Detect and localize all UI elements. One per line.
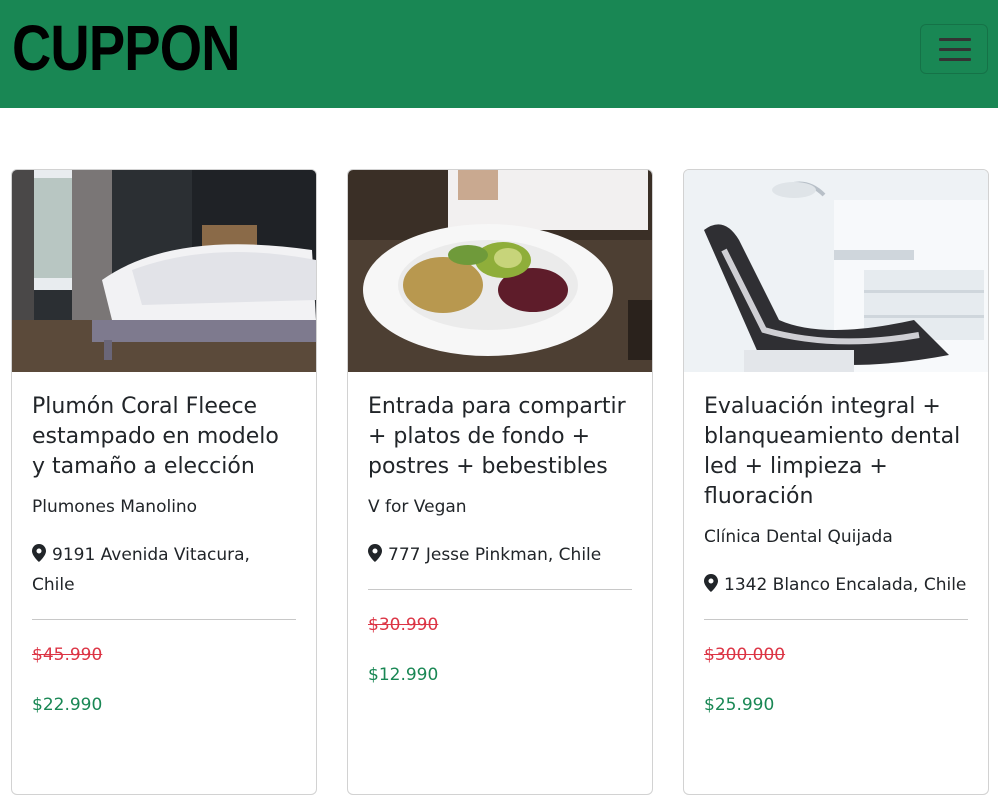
card-image-dental-chair bbox=[684, 170, 988, 372]
card-title[interactable]: Evaluación integral + blanqueamiento den… bbox=[704, 392, 968, 512]
divider bbox=[32, 619, 296, 620]
new-price: $22.990 bbox=[32, 695, 103, 715]
deal-card[interactable]: Entrada para compartir + platos de fondo… bbox=[347, 169, 653, 795]
old-price: $30.990 bbox=[368, 615, 439, 635]
old-price: $300.000 bbox=[704, 645, 786, 665]
new-price: $25.990 bbox=[704, 695, 775, 715]
deal-card[interactable]: Evaluación integral + blanqueamiento den… bbox=[683, 169, 989, 795]
divider bbox=[704, 619, 968, 620]
card-address: 1342 Blanco Encalada, Chile bbox=[704, 570, 968, 600]
deal-card[interactable]: Plumón Coral Fleece estampado en modelo … bbox=[11, 169, 317, 795]
old-price: $45.990 bbox=[32, 645, 103, 665]
map-pin-icon bbox=[32, 544, 46, 562]
card-vendor: Clínica Dental Quijada bbox=[704, 527, 893, 547]
card-vendor: V for Vegan bbox=[368, 497, 467, 517]
card-title[interactable]: Plumón Coral Fleece estampado en modelo … bbox=[32, 392, 296, 482]
brand-logo[interactable]: CUPPON bbox=[12, 12, 240, 84]
map-pin-icon bbox=[368, 544, 382, 562]
new-price: $12.990 bbox=[368, 665, 439, 685]
address-text: 1342 Blanco Encalada, Chile bbox=[724, 575, 967, 595]
map-pin-icon bbox=[704, 574, 718, 592]
navbar-toggler-button[interactable] bbox=[920, 24, 988, 74]
address-text: 9191 Avenida Vitacura, Chile bbox=[32, 545, 250, 595]
navbar: CUPPON bbox=[0, 0, 998, 108]
address-text: 777 Jesse Pinkman, Chile bbox=[388, 545, 602, 565]
card-vendor: Plumones Manolino bbox=[32, 497, 198, 517]
card-image-vegan-dish bbox=[348, 170, 652, 372]
card-address: 777 Jesse Pinkman, Chile bbox=[368, 540, 632, 570]
card-title[interactable]: Entrada para compartir + platos de fondo… bbox=[368, 392, 632, 482]
divider bbox=[368, 589, 632, 590]
card-address: 9191 Avenida Vitacura, Chile bbox=[32, 540, 296, 600]
card-image-bedroom bbox=[12, 170, 316, 372]
